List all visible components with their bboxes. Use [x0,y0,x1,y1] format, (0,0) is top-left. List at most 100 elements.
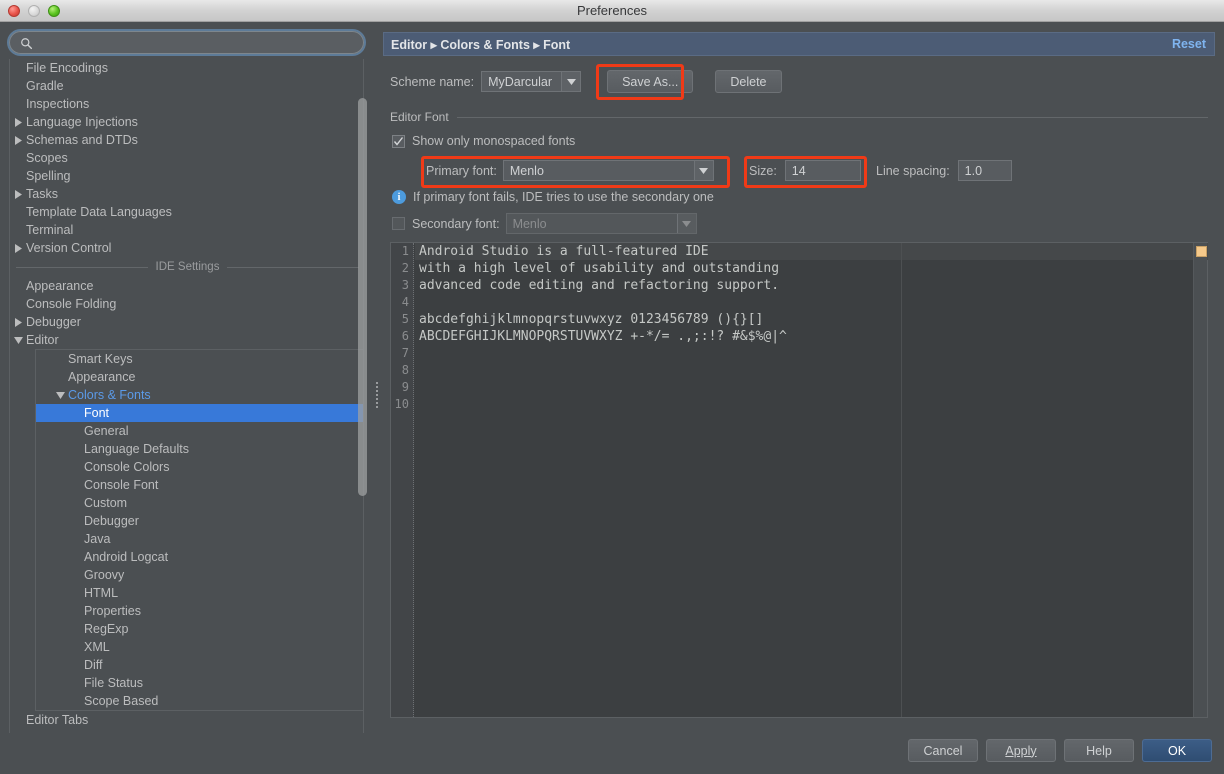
sidebar-item-regexp[interactable]: RegExp [36,620,363,638]
ok-button[interactable]: OK [1142,739,1212,762]
reset-link[interactable]: Reset [1172,37,1206,51]
sidebar-item-properties[interactable]: Properties [36,602,363,620]
sidebar-item-smart-keys[interactable]: Smart Keys [36,350,363,368]
save-as-button[interactable]: Save As... [607,70,693,93]
chevron-right-icon[interactable] [12,116,24,128]
sidebar-item-debugger[interactable]: Debugger [10,313,364,331]
sidebar-item-general[interactable]: General [36,422,363,440]
font-size-input[interactable]: 14 [785,160,861,181]
sidebar-item-label: Android Logcat [84,550,168,564]
help-button[interactable]: Help [1064,739,1134,762]
sidebar-item-gradle[interactable]: Gradle [10,77,364,95]
chevron-down-icon [561,72,580,91]
sidebar-item-android-logcat[interactable]: Android Logcat [36,548,363,566]
error-stripe-marker-icon[interactable] [1196,246,1207,257]
sidebar-item-java[interactable]: Java [36,530,363,548]
sidebar-item-label: Console Colors [84,460,169,474]
sidebar-item-xml[interactable]: XML [36,638,363,656]
sidebar-item-label: Scope Based [84,694,158,708]
sidebar-group-label: IDE Settings [148,261,228,273]
dialog-footer: Cancel Apply Help OK [0,733,1224,774]
sidebar-item-language-defaults[interactable]: Language Defaults [36,440,363,458]
chevron-down-icon[interactable] [12,334,24,346]
chevron-right-icon[interactable] [12,316,24,328]
sidebar-item-console-folding[interactable]: Console Folding [10,295,364,313]
sidebar-item-spelling[interactable]: Spelling [10,167,364,185]
search-box[interactable] [9,31,364,54]
search-icon [20,37,33,50]
sidebar-item-inspections[interactable]: Inspections [10,95,364,113]
sidebar-item-template-data-languages[interactable]: Template Data Languages [10,203,364,221]
chevron-right-icon[interactable] [12,188,24,200]
sidebar-item-appearance[interactable]: Appearance [36,368,363,386]
secondary-font-dropdown: Menlo [506,213,697,234]
scheme-name-label: Scheme name: [390,75,474,89]
sidebar-item-tasks[interactable]: Tasks [10,185,364,203]
sidebar-item-schemas-and-dtds[interactable]: Schemas and DTDs [10,131,364,149]
show-monospaced-row[interactable]: Show only monospaced fonts [392,134,575,148]
delete-button[interactable]: Delete [715,70,781,93]
editor-code-content: Android Studio is a full-featured IDEwit… [419,243,1179,413]
sidebar-item-diff[interactable]: Diff [36,656,363,674]
code-line: abcdefghijklmnopqrstuvwxyz 0123456789 ()… [419,311,1179,328]
window-title-bar: Preferences [0,0,1224,22]
sidebar-item-scope-based[interactable]: Scope Based [36,692,363,710]
sidebar-item-version-control[interactable]: Version Control [10,239,364,257]
secondary-font-label: Secondary font: [412,217,500,231]
code-line [419,379,1179,396]
cancel-button[interactable]: Cancel [908,739,978,762]
sidebar-item-console-colors[interactable]: Console Colors [36,458,363,476]
sidebar-item-console-font[interactable]: Console Font [36,476,363,494]
show-monospaced-checkbox[interactable] [392,135,405,148]
sidebar-item-label: File Status [84,676,143,690]
panel-splitter[interactable] [373,22,383,774]
sidebar-item-scopes[interactable]: Scopes [10,149,364,167]
sidebar-item-editor[interactable]: Editor [10,331,364,349]
checkmark-icon [393,136,404,147]
sidebar-item-file-status[interactable]: File Status [36,674,363,692]
code-line: with a high level of usability and outst… [419,260,1179,277]
sidebar-item-font[interactable]: Font [36,404,363,422]
sidebar-item-label: Font [84,406,109,420]
sidebar-item-debugger[interactable]: Debugger [36,512,363,530]
sidebar-item-label: Scopes [26,151,68,165]
sidebar-scrollbar[interactable] [358,98,367,496]
editor-font-group-header: Editor Font [390,110,1208,124]
show-monospaced-label: Show only monospaced fonts [412,134,575,148]
line-number: 9 [391,379,413,396]
line-number: 7 [391,345,413,362]
sidebar-item-colors-fonts[interactable]: Colors & Fonts [36,386,363,404]
sidebar-item-editor-tabs[interactable]: Editor Tabs [10,711,364,729]
secondary-font-checkbox[interactable] [392,217,405,230]
search-input[interactable] [38,33,358,53]
primary-font-dropdown[interactable]: Menlo [503,160,714,181]
line-number: 6 [391,328,413,345]
dialog-button-group: Cancel Apply Help OK [908,739,1212,762]
sidebar-item-file-encodings[interactable]: File Encodings [10,59,364,77]
search-field-wrapper [9,31,364,54]
chevron-right-icon[interactable] [12,242,24,254]
secondary-font-row: Secondary font: Menlo [392,213,697,234]
sidebar-item-terminal[interactable]: Terminal [10,221,364,239]
sidebar-item-label: Tasks [26,187,58,201]
apply-button[interactable]: Apply [986,739,1056,762]
sidebar-item-label: HTML [84,586,118,600]
sidebar-item-custom[interactable]: Custom [36,494,363,512]
sidebar-item-appearance[interactable]: Appearance [10,277,364,295]
editor-subtree-box: Smart KeysAppearance Colors & Fonts Font Ge… [35,349,364,711]
sidebar-item-language-injections[interactable]: Language Injections [10,113,364,131]
scheme-name-dropdown[interactable]: MyDarcular [481,71,581,92]
editor-line-number-gutter: 12345678910 [391,243,414,717]
sidebar-item-html[interactable]: HTML [36,584,363,602]
sidebar-item-label: Colors & Fonts [68,388,151,402]
line-number: 4 [391,294,413,311]
sidebar-item-label: Language Injections [26,115,138,129]
settings-tree: File EncodingsGradleInspections Language … [9,59,364,749]
code-line [419,362,1179,379]
chevron-down-icon[interactable] [54,389,66,401]
chevron-right-icon[interactable] [12,134,24,146]
line-spacing-input[interactable]: 1.0 [958,160,1012,181]
font-preview-editor[interactable]: 12345678910 Android Studio is a full-fea… [390,242,1208,718]
error-stripe-gutter[interactable] [1193,243,1207,717]
sidebar-item-groovy[interactable]: Groovy [36,566,363,584]
